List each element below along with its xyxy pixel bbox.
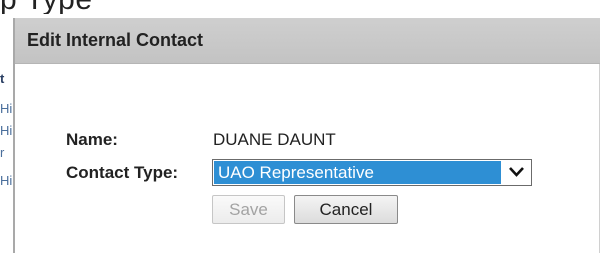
- background-page-edge: t Hi Hi r Hi: [0, 14, 14, 253]
- cancel-button[interactable]: Cancel: [294, 195, 398, 224]
- screenshot-canvas: p Type t Hi Hi r Hi Edit Internal Contac…: [0, 0, 600, 253]
- contact-type-selected-option[interactable]: UAO Representative: [214, 161, 501, 184]
- name-label: Name:: [66, 130, 118, 149]
- name-value: DUANE DAUNT: [213, 130, 336, 149]
- dialog-title: Edit Internal Contact: [27, 30, 204, 50]
- background-link-fragment[interactable]: t: [0, 72, 4, 85]
- save-button[interactable]: Save: [212, 195, 285, 224]
- chevron-down-icon[interactable]: [503, 161, 530, 184]
- edit-internal-contact-dialog: Edit Internal Contact Name: DUANE DAUNT …: [13, 18, 600, 253]
- contact-type-label: Contact Type:: [66, 163, 179, 182]
- clipped-top-text-line: p Type: [0, 0, 93, 14]
- background-link-fragment[interactable]: Hi: [0, 124, 12, 137]
- contact-type-select[interactable]: UAO Representative: [212, 159, 532, 186]
- background-link-fragment[interactable]: Hi: [0, 102, 12, 115]
- clipped-top-text: p Type: [0, 0, 600, 14]
- dialog-header[interactable]: Edit Internal Contact: [15, 18, 600, 64]
- background-link-fragment[interactable]: Hi: [0, 174, 12, 187]
- dialog-body: Name: DUANE DAUNT Contact Type: UAO Repr…: [15, 64, 600, 253]
- background-link-fragment[interactable]: r: [0, 146, 4, 159]
